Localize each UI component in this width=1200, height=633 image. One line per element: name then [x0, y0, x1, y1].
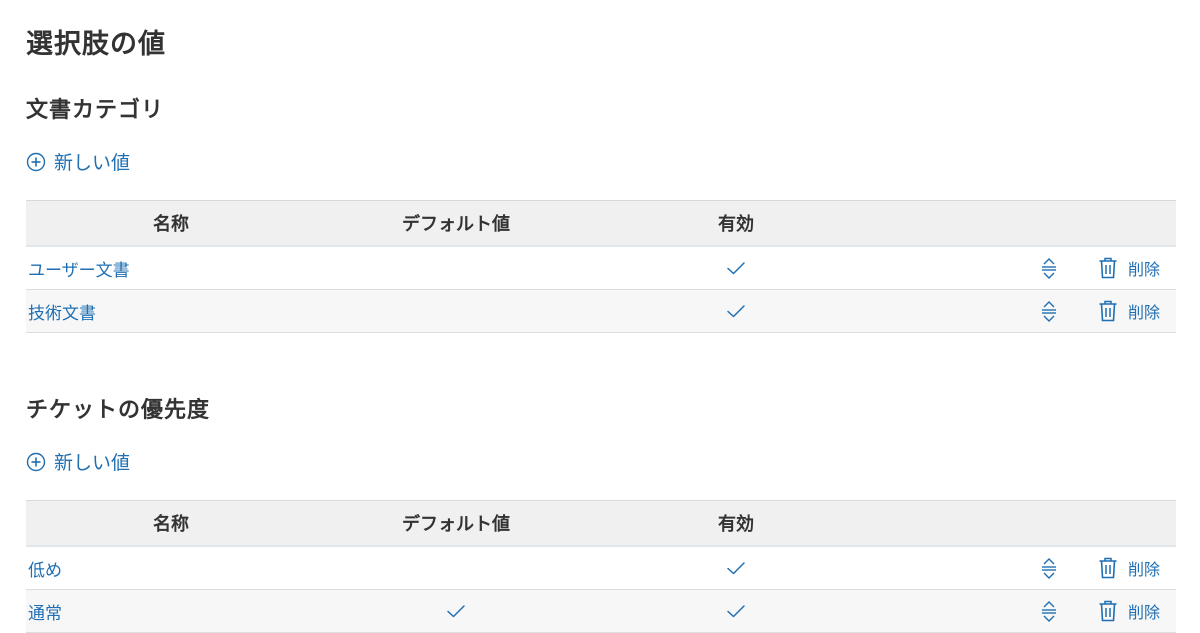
- value-name-link[interactable]: 技術文書: [26, 289, 316, 333]
- reorder-icon[interactable]: [1040, 600, 1058, 622]
- table-header-row: 名称 デフォルト値 有効: [26, 200, 1176, 247]
- delete-button[interactable]: 削除: [1098, 299, 1160, 323]
- values-table: 名称 デフォルト値 有効 低め 削除 通常 削除: [26, 500, 1176, 633]
- trash-icon: [1099, 600, 1117, 622]
- reorder-icon[interactable]: [1040, 557, 1058, 579]
- table-row: 通常 削除: [26, 589, 1176, 633]
- check-icon: [727, 305, 745, 318]
- default-cell: [316, 289, 596, 333]
- column-header-default: デフォルト値: [316, 200, 596, 247]
- delete-button[interactable]: 削除: [1098, 256, 1160, 280]
- default-cell: [316, 246, 596, 290]
- actions-cell: 削除: [876, 246, 1176, 290]
- table-body: ユーザー文書 削除 技術文書 削除: [26, 246, 1176, 333]
- plus-circle-icon: [26, 452, 46, 471]
- reorder-icon[interactable]: [1040, 257, 1058, 279]
- values-table: 名称 デフォルト値 有効 ユーザー文書 削除 技術文書 削除: [26, 200, 1176, 333]
- actions-cell: 削除: [876, 546, 1176, 590]
- new-value-link[interactable]: 新しい値: [26, 448, 130, 475]
- enabled-cell: [596, 589, 876, 633]
- actions-cell: 削除: [876, 589, 1176, 633]
- column-header-default: デフォルト値: [316, 500, 596, 547]
- delete-label: 削除: [1127, 560, 1160, 579]
- table-row: 技術文書 削除: [26, 289, 1176, 333]
- value-name-link[interactable]: 低め: [26, 546, 316, 590]
- column-header-actions: [876, 200, 1176, 247]
- value-name-link[interactable]: ユーザー文書: [26, 246, 316, 290]
- enabled-cell: [596, 546, 876, 590]
- check-icon: [727, 562, 745, 575]
- trash-icon: [1099, 257, 1117, 279]
- trash-icon: [1099, 300, 1117, 322]
- table-header-row: 名称 デフォルト値 有効: [26, 500, 1176, 547]
- delete-label: 削除: [1127, 603, 1160, 622]
- table-row: 低め 削除: [26, 546, 1176, 590]
- check-icon: [727, 605, 745, 618]
- page-title: 選択肢の値: [26, 29, 166, 60]
- column-header-enabled: 有効: [596, 200, 876, 247]
- new-value-label: 新しい値: [54, 152, 131, 174]
- check-icon: [447, 605, 465, 618]
- new-value-label: 新しい値: [54, 452, 131, 474]
- actions-cell: 削除: [876, 289, 1176, 333]
- value-name-link[interactable]: 通常: [26, 589, 316, 633]
- custom-field-values-page: 選択肢の値 文書カテゴリ 新しい値 名称 デフォルト値 有効 ユーザー文書 削除技…: [0, 0, 1200, 633]
- enabled-cell: [596, 246, 876, 290]
- delete-button[interactable]: 削除: [1098, 556, 1160, 580]
- column-header-name: 名称: [26, 200, 316, 247]
- check-icon: [727, 262, 745, 275]
- plus-circle-icon: [26, 152, 46, 171]
- enabled-cell: [596, 289, 876, 333]
- delete-label: 削除: [1127, 303, 1160, 322]
- delete-label: 削除: [1127, 260, 1160, 279]
- column-header-enabled: 有効: [596, 500, 876, 547]
- table-body: 低め 削除 通常 削除: [26, 546, 1176, 633]
- column-header-name: 名称: [26, 500, 316, 547]
- trash-icon: [1099, 557, 1117, 579]
- default-cell: [316, 546, 596, 590]
- table-row: ユーザー文書 削除: [26, 246, 1176, 290]
- default-cell: [316, 589, 596, 633]
- reorder-icon[interactable]: [1040, 300, 1058, 322]
- delete-button[interactable]: 削除: [1098, 599, 1160, 623]
- section-title: チケットの優先度: [26, 398, 211, 423]
- new-value-link[interactable]: 新しい値: [26, 148, 130, 175]
- section-title: 文書カテゴリ: [26, 98, 165, 123]
- column-header-actions: [876, 500, 1176, 547]
